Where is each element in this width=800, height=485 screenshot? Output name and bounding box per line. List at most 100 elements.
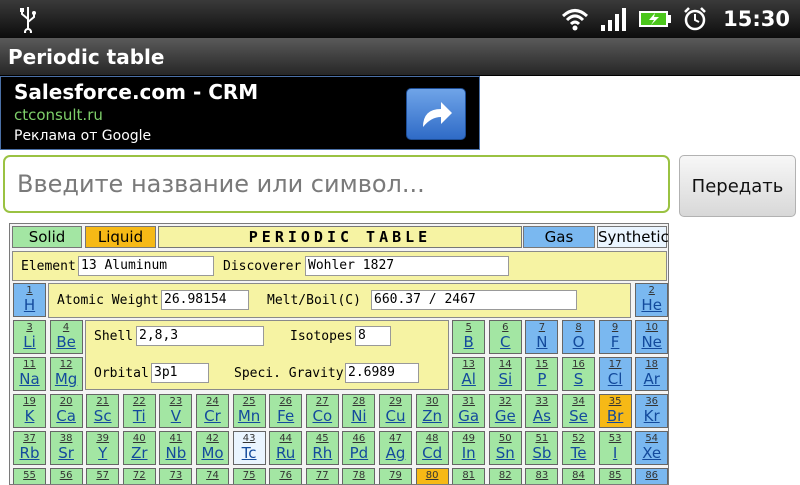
element-cell[interactable]: 24 Cr — [196, 394, 229, 428]
element-cell[interactable]: 4 Be — [49, 320, 83, 354]
element-cell[interactable]: 50 Sn — [488, 431, 522, 465]
element-cell[interactable]: 82 — [488, 468, 522, 484]
element-cell[interactable]: 17 Cl — [598, 357, 632, 391]
element-cell[interactable]: 55 — [13, 468, 46, 484]
element-symbol: F — [610, 333, 620, 351]
element-cell[interactable]: 73 — [159, 468, 193, 484]
element-symbol: He — [641, 296, 662, 314]
atomic-number: 85 — [608, 470, 622, 481]
element-cell[interactable]: 84 — [562, 468, 595, 484]
ad-title[interactable]: Salesforce.com - CRM — [14, 80, 258, 104]
element-cell[interactable]: 5B — [452, 320, 486, 354]
element-cell[interactable]: 12 Mg — [49, 357, 83, 391]
element-cell[interactable]: 19 K — [13, 394, 46, 428]
element-cell[interactable]: 52 Te — [562, 431, 595, 465]
element-cell[interactable]: 29 Cu — [379, 394, 412, 428]
element-symbol: S — [573, 370, 584, 388]
element-cell[interactable]: 43 Tc — [232, 431, 266, 465]
element-cell[interactable]: 36 Kr — [635, 394, 668, 428]
search-input[interactable] — [3, 155, 670, 213]
element-cell[interactable]: 22 Ti — [122, 394, 156, 428]
element-cell[interactable]: 45 Rh — [305, 431, 339, 465]
element-cell[interactable]: 47 Ag — [379, 431, 412, 465]
element-symbol: Cd — [422, 444, 443, 462]
element-cell[interactable]: 16 S — [562, 357, 595, 391]
submit-button[interactable]: Передать — [679, 155, 796, 217]
element-cell[interactable]: 1H — [13, 283, 46, 317]
element-symbol: Br — [606, 407, 624, 425]
atomic-number: 51 — [535, 433, 549, 444]
element-cell[interactable]: 57 — [86, 468, 120, 484]
element-cell[interactable]: 7N — [525, 320, 559, 354]
element-cell[interactable]: 23 V — [159, 394, 193, 428]
element-cell[interactable]: 8O — [562, 320, 595, 354]
element-cell[interactable]: 72 — [122, 468, 156, 484]
element-cell[interactable]: 48 Cd — [415, 431, 449, 465]
ad-go-button[interactable] — [406, 88, 466, 140]
element-cell[interactable]: 21 Sc — [86, 394, 120, 428]
element-cell[interactable]: 78 — [342, 468, 376, 484]
atomic-number: 10 — [645, 322, 659, 333]
element-cell[interactable]: 85 — [598, 468, 632, 484]
element-cell[interactable]: 20 Ca — [49, 394, 83, 428]
element-cell[interactable]: 26 Fe — [269, 394, 303, 428]
element-cell[interactable]: 80 — [415, 468, 449, 484]
element-cell[interactable]: 51 Sb — [525, 431, 559, 465]
atomic-number: 14 — [498, 359, 512, 370]
element-cell[interactable]: 38 Sr — [49, 431, 83, 465]
orbital-field: 3p1 — [151, 363, 209, 383]
element-cell[interactable]: 10 Ne — [635, 320, 668, 354]
element-cell[interactable]: 76 — [269, 468, 303, 484]
element-cell[interactable]: 40 Zr — [122, 431, 156, 465]
element-cell[interactable]: 75 — [232, 468, 266, 484]
element-cell[interactable]: 39 Y — [86, 431, 120, 465]
element-cell[interactable]: 27 Co — [305, 394, 339, 428]
element-cell[interactable]: 28 Ni — [342, 394, 376, 428]
element-cell[interactable]: 30 Zn — [415, 394, 449, 428]
element-cell[interactable]: 25 Mn — [232, 394, 266, 428]
element-cell[interactable]: 77 — [305, 468, 339, 484]
element-cell[interactable]: 32 Ge — [488, 394, 522, 428]
atomic-number: 47 — [389, 433, 402, 444]
melt-boil-field: 660.37 / 2467 — [371, 290, 577, 310]
element-cell[interactable]: 42 Mo — [196, 431, 229, 465]
element-cell[interactable]: 53 I — [598, 431, 632, 465]
element-cell[interactable]: 79 — [379, 468, 412, 484]
status-bar: 15:30 — [0, 0, 800, 38]
ad-banner[interactable]: Salesforce.com - CRM ctconsult.ru Реклам… — [0, 76, 480, 150]
element-cell[interactable]: 33 As — [525, 394, 559, 428]
element-cell[interactable]: 3 Li — [13, 320, 46, 354]
element-cell[interactable]: 35 Br — [598, 394, 632, 428]
element-cell[interactable]: 2 He — [635, 283, 668, 317]
element-cell[interactable]: 6C — [488, 320, 522, 354]
element-symbol: Ne — [641, 333, 662, 351]
element-cell[interactable]: 46 Pd — [342, 431, 376, 465]
element-cell[interactable]: 44 Ru — [269, 431, 303, 465]
element-cell[interactable]: 18 Ar — [635, 357, 668, 391]
element-cell[interactable]: 15 P — [525, 357, 559, 391]
element-cell[interactable]: 14 Si — [488, 357, 522, 391]
element-cell[interactable]: 54 Xe — [635, 431, 668, 465]
element-cell[interactable]: 37 Rb — [13, 431, 46, 465]
element-cell[interactable]: 9F — [598, 320, 632, 354]
element-cell[interactable]: 74 — [196, 468, 229, 484]
element-symbol: Sr — [58, 444, 74, 462]
atomic-number: 26 — [279, 396, 293, 407]
atomic-number: 11 — [23, 359, 36, 370]
element-cell[interactable]: 41 Nb — [159, 431, 193, 465]
element-cell[interactable]: 34 Se — [562, 394, 595, 428]
element-cell[interactable]: 13 Al — [452, 357, 486, 391]
atomic-number: 54 — [645, 433, 659, 444]
table-title: PERIODIC TABLE — [158, 226, 522, 248]
element-cell[interactable]: 31 Ga — [452, 394, 486, 428]
battery-charging-icon — [639, 11, 671, 27]
element-cell[interactable]: 83 — [525, 468, 559, 484]
element-cell[interactable]: 49 In — [452, 431, 486, 465]
atomic-number: 78 — [352, 470, 366, 481]
atomic-number: 21 — [96, 396, 110, 407]
ad-url[interactable]: ctconsult.ru — [14, 106, 103, 124]
element-cell[interactable]: 11 Na — [13, 357, 46, 391]
element-cell[interactable]: 56 — [49, 468, 83, 484]
element-cell[interactable]: 81 — [452, 468, 486, 484]
element-cell[interactable]: 86 — [635, 468, 668, 484]
